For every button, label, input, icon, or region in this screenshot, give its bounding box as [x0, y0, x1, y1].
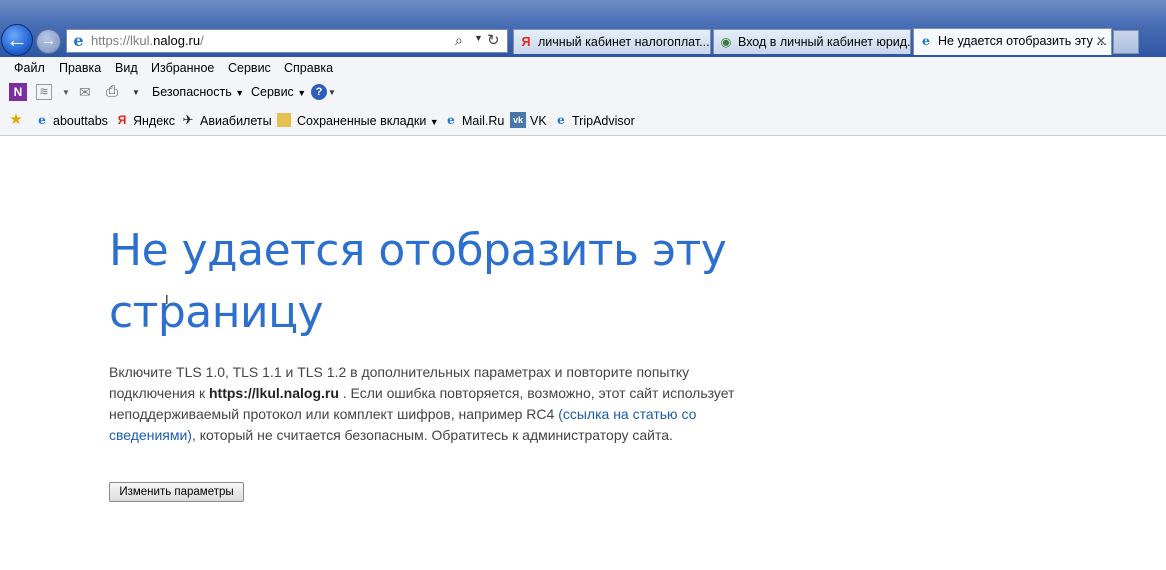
dropdown-arrow-icon[interactable]: ▼: [474, 33, 483, 43]
fav-vk[interactable]: VK: [530, 114, 547, 128]
dropdown-arrow-icon[interactable]: ▼: [132, 84, 140, 102]
yandex-icon: Я: [117, 113, 127, 127]
error-description: Включите TLS 1.0, TLS 1.1 и TLS 1.2 в до…: [109, 362, 779, 446]
address-bar[interactable]: e https://lkul.nalog.ru/ ⌕ ▼ ↻: [66, 29, 508, 53]
address-url[interactable]: https://lkul.nalog.ru/: [91, 33, 204, 48]
error-url: https://lkul.nalog.ru: [209, 385, 339, 401]
tab-label: Не удается отобразить эту ...: [938, 34, 1107, 48]
menu-help[interactable]: Справка: [284, 61, 333, 75]
forward-arrow-icon[interactable]: →: [36, 29, 61, 54]
dropdown-arrow-icon[interactable]: ▼: [328, 84, 336, 102]
ie-page-icon: e: [557, 113, 565, 127]
chrome-icon: ◉: [720, 35, 732, 49]
fav-avia[interactable]: Авиабилеты: [200, 114, 272, 128]
command-bar: N ≋ ▼ ✉ ⎙ ▼ Безопасность ▼ Сервис ▼ ? ▼: [0, 79, 1166, 107]
onenote-icon[interactable]: N: [9, 83, 27, 101]
print-icon[interactable]: ⎙: [106, 83, 118, 101]
menu-bar: Файл Правка Вид Избранное Сервис Справка: [0, 57, 1166, 79]
change-settings-button[interactable]: Изменить параметры: [109, 482, 244, 502]
vk-icon: vk: [510, 112, 526, 128]
service-label: Сервис: [251, 85, 294, 99]
refresh-icon[interactable]: ↻: [487, 31, 500, 49]
ie-page-icon: e: [38, 113, 46, 127]
fav-abouttabs[interactable]: abouttabs: [53, 114, 108, 128]
favorites-bar: ★ e abouttabs Я Яндекс ✈ Авиабилеты Сохр…: [0, 107, 1166, 136]
new-tab-button[interactable]: [1113, 30, 1139, 54]
ie-icon: e: [922, 33, 930, 48]
help-icon[interactable]: ?: [311, 84, 327, 100]
menu-file[interactable]: Файл: [14, 61, 45, 75]
security-menu[interactable]: Безопасность ▼: [152, 85, 244, 99]
favorites-star-icon[interactable]: ★: [8, 112, 24, 128]
tab-label: Вход в личный кабинет юрид...: [738, 35, 911, 49]
text-cursor-icon: I: [165, 292, 169, 307]
menu-view[interactable]: Вид: [115, 61, 138, 75]
airplane-icon: ✈: [182, 112, 194, 127]
tab-label: личный кабинет налогоплат...: [538, 35, 710, 49]
menu-tools[interactable]: Сервис: [228, 61, 271, 75]
tab-login[interactable]: ◉ Вход в личный кабинет юрид...: [713, 29, 911, 54]
tab-error-page[interactable]: e Не удается отобразить эту ... ✕: [913, 28, 1112, 55]
page-content: Не удается отобразить эту страницу Включ…: [0, 136, 1166, 570]
fav-tripadvisor[interactable]: TripAdvisor: [572, 114, 635, 128]
tab-yandex[interactable]: Я личный кабинет налогоплат...: [513, 29, 711, 54]
close-icon[interactable]: ✕: [1096, 29, 1106, 53]
service-menu[interactable]: Сервис ▼: [251, 85, 306, 99]
fav-yandex[interactable]: Яндекс: [133, 114, 175, 128]
search-icon[interactable]: ⌕: [455, 32, 463, 49]
fav-mailru[interactable]: Mail.Ru: [462, 114, 504, 128]
yandex-icon: Я: [521, 35, 531, 49]
saved-tabs-label: Сохраненные вкладки: [297, 114, 427, 128]
ie-icon: e: [73, 31, 84, 50]
dropdown-arrow-icon[interactable]: ▼: [62, 84, 70, 102]
error-text: , который не считается безопасным. Обрат…: [191, 427, 673, 443]
rss-feed-icon[interactable]: ≋: [36, 84, 52, 100]
menu-favorites[interactable]: Избранное: [151, 61, 214, 75]
page-title: Не удается отобразить эту страницу: [109, 225, 727, 338]
browser-title-bar: ← → e https://lkul.nalog.ru/ ⌕ ▼ ↻ Я лич…: [0, 0, 1166, 57]
folder-icon: [277, 113, 291, 127]
menu-edit[interactable]: Правка: [59, 61, 101, 75]
mail-icon[interactable]: ✉: [79, 83, 91, 101]
fav-saved-tabs[interactable]: Сохраненные вкладки ▼: [297, 114, 439, 128]
ie-page-icon: e: [447, 113, 455, 127]
security-label: Безопасность: [152, 85, 232, 99]
back-arrow-icon[interactable]: ←: [1, 24, 33, 56]
